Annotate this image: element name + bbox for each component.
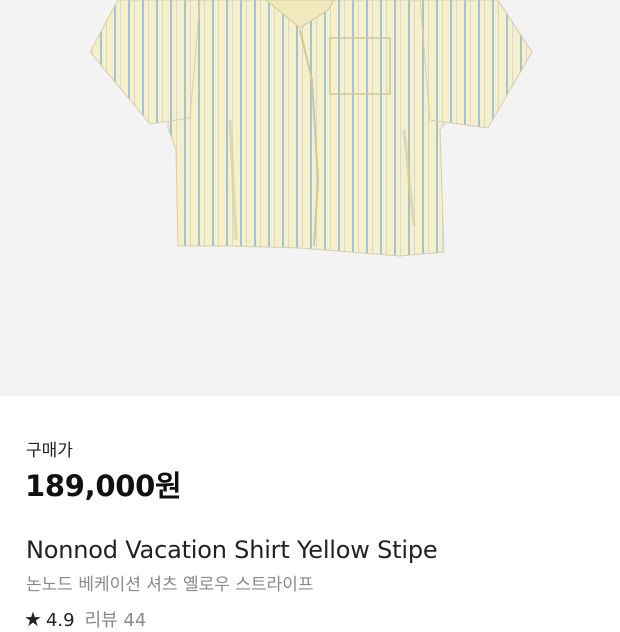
shirt-illustration bbox=[89, 0, 533, 257]
rating-row[interactable]: ★ 4.9 리뷰 44 bbox=[24, 606, 146, 632]
product-name-en: Nonnod Vacation Shirt Yellow Stipe bbox=[26, 536, 438, 564]
price-label: 구매가 bbox=[26, 441, 73, 461]
product-image[interactable] bbox=[0, 0, 620, 396]
price-value: 189,000원 bbox=[25, 469, 182, 503]
review-count[interactable]: 리뷰 44 bbox=[85, 610, 147, 631]
rating-value: 4.9 bbox=[45, 610, 75, 631]
star-icon: ★ bbox=[24, 607, 42, 631]
product-name-ko: 논노드 베케이션 셔츠 옐로우 스트라이프 bbox=[26, 575, 314, 595]
